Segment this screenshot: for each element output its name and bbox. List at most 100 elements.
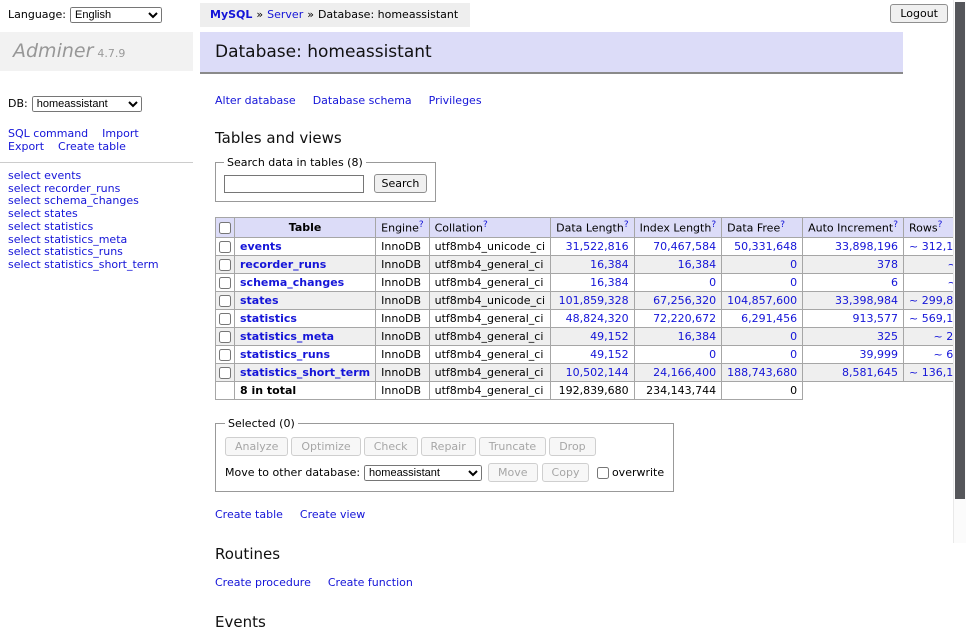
- index-length-link[interactable]: 72,220,672: [653, 312, 716, 325]
- column-help-link[interactable]: ?: [780, 220, 785, 230]
- table-operation-button[interactable]: Analyze: [225, 437, 288, 456]
- data-free-link[interactable]: 188,743,680: [727, 366, 797, 379]
- database-action-link[interactable]: Alter database: [215, 94, 296, 107]
- data-free-link[interactable]: 0: [790, 348, 797, 361]
- data-free-link[interactable]: 0: [790, 330, 797, 343]
- row-checkbox[interactable]: [219, 259, 231, 271]
- index-length-link[interactable]: 0: [709, 276, 716, 289]
- column-help-link[interactable]: ?: [893, 220, 898, 230]
- database-action-links: Alter database Database schema Privileges: [215, 94, 912, 107]
- column-help-link[interactable]: ?: [419, 220, 424, 230]
- export-link[interactable]: Export: [8, 140, 44, 153]
- breadcrumb-mysql-link[interactable]: MySQL: [210, 8, 252, 21]
- table-name-link[interactable]: states: [240, 294, 279, 307]
- sidebar-table-link[interactable]: select states: [8, 208, 193, 221]
- row-checkbox[interactable]: [219, 277, 231, 289]
- row-checkbox[interactable]: [219, 313, 231, 325]
- data-length: 16,384: [551, 255, 634, 273]
- table-operation-button[interactable]: Drop: [549, 437, 595, 456]
- auto-increment-link[interactable]: 8,581,645: [842, 366, 898, 379]
- breadcrumb-server-link[interactable]: Server: [267, 8, 303, 21]
- auto-increment-link[interactable]: 33,398,984: [835, 294, 898, 307]
- table-name-link[interactable]: statistics_meta: [240, 330, 334, 343]
- index-length-link[interactable]: 67,256,320: [653, 294, 716, 307]
- import-link[interactable]: Import: [102, 127, 139, 140]
- data-free-link[interactable]: 50,331,648: [734, 240, 797, 253]
- auto-increment: 33,898,196: [803, 237, 904, 255]
- index-length-link[interactable]: 70,467,584: [653, 240, 716, 253]
- create-link[interactable]: Create view: [300, 508, 365, 521]
- table-name-link[interactable]: schema_changes: [240, 276, 344, 289]
- table-name-link[interactable]: statistics: [240, 312, 297, 325]
- table-name-link[interactable]: statistics_runs: [240, 348, 330, 361]
- table-operation-button[interactable]: Repair: [421, 437, 476, 456]
- data-length-link[interactable]: 48,824,320: [566, 312, 629, 325]
- sidebar-table-link[interactable]: select events: [8, 170, 193, 183]
- data-length-link[interactable]: 31,522,816: [566, 240, 629, 253]
- auto-increment-link[interactable]: 6: [891, 276, 898, 289]
- data-length-link[interactable]: 10,502,144: [566, 366, 629, 379]
- db-label: DB:: [8, 97, 28, 110]
- row-checkbox[interactable]: [219, 241, 231, 253]
- row-checkbox[interactable]: [219, 331, 231, 343]
- routine-create-link[interactable]: Create procedure: [215, 576, 311, 589]
- scrollbar-thumb[interactable]: [955, 2, 965, 499]
- column-help-link[interactable]: ?: [624, 220, 629, 230]
- db-select[interactable]: homeassistant: [32, 96, 142, 112]
- index-length-link[interactable]: 16,384: [678, 258, 717, 271]
- table-operation-button[interactable]: Optimize: [291, 437, 360, 456]
- create-links: Create table Create view: [215, 508, 912, 521]
- database-action-link[interactable]: Privileges: [429, 94, 482, 107]
- routine-links: Create procedure Create function: [215, 576, 912, 589]
- table-operation-button[interactable]: Truncate: [479, 437, 546, 456]
- row-checkbox[interactable]: [219, 349, 231, 361]
- auto-increment-link[interactable]: 913,577: [853, 312, 899, 325]
- index-length-link[interactable]: 0: [709, 348, 716, 361]
- vertical-scrollbar[interactable]: [953, 0, 966, 543]
- column-help-link[interactable]: ?: [938, 220, 943, 230]
- index-length-link[interactable]: 24,166,400: [653, 366, 716, 379]
- table-operation-button[interactable]: Check: [364, 437, 418, 456]
- move-db-select[interactable]: homeassistant: [364, 465, 482, 481]
- select-all-checkbox[interactable]: [219, 222, 231, 234]
- data-length-link[interactable]: 49,152: [590, 330, 629, 343]
- row-checkbox[interactable]: [219, 295, 231, 307]
- table-name-link[interactable]: statistics_short_term: [240, 366, 370, 379]
- sidebar-table-link[interactable]: select statistics: [8, 221, 193, 234]
- row-checkbox-cell: [216, 363, 235, 381]
- table-name-link[interactable]: events: [240, 240, 282, 253]
- data-length-link[interactable]: 49,152: [590, 348, 629, 361]
- search-button[interactable]: Search: [374, 174, 428, 193]
- data-length-link[interactable]: 101,859,328: [559, 294, 629, 307]
- column-header: Data Free?: [722, 218, 803, 238]
- auto-increment-link[interactable]: 33,898,196: [835, 240, 898, 253]
- create-table-link-sidebar[interactable]: Create table: [58, 140, 126, 153]
- table-row: schema_changesInnoDButf8mb4_general_ci16…: [216, 273, 966, 291]
- data-free-link[interactable]: 104,857,600: [727, 294, 797, 307]
- sql-command-link[interactable]: SQL command: [8, 127, 88, 140]
- language-select[interactable]: English: [70, 7, 162, 23]
- index-length-link[interactable]: 16,384: [678, 330, 717, 343]
- move-button[interactable]: Move: [488, 463, 538, 482]
- copy-button[interactable]: Copy: [542, 463, 590, 482]
- sidebar-table-link[interactable]: select statistics_short_term: [8, 259, 193, 272]
- auto-increment-link[interactable]: 39,999: [860, 348, 899, 361]
- row-checkbox[interactable]: [219, 367, 231, 379]
- auto-increment-link[interactable]: 378: [877, 258, 898, 271]
- data-free-link[interactable]: 0: [790, 258, 797, 271]
- table-name-link[interactable]: recorder_runs: [240, 258, 326, 271]
- overwrite-checkbox[interactable]: [597, 467, 609, 479]
- data-free-link[interactable]: 6,291,456: [741, 312, 797, 325]
- search-input[interactable]: [224, 175, 364, 193]
- column-help-link[interactable]: ?: [483, 220, 488, 230]
- data-free: 0: [722, 327, 803, 345]
- database-action-link[interactable]: Database schema: [313, 94, 412, 107]
- data-length-link[interactable]: 16,384: [590, 276, 629, 289]
- routine-create-link[interactable]: Create function: [328, 576, 413, 589]
- data-free-link[interactable]: 0: [790, 276, 797, 289]
- data-length: 16,384: [551, 273, 634, 291]
- create-link[interactable]: Create table: [215, 508, 283, 521]
- data-length-link[interactable]: 16,384: [590, 258, 629, 271]
- column-help-link[interactable]: ?: [711, 220, 716, 230]
- auto-increment-link[interactable]: 325: [877, 330, 898, 343]
